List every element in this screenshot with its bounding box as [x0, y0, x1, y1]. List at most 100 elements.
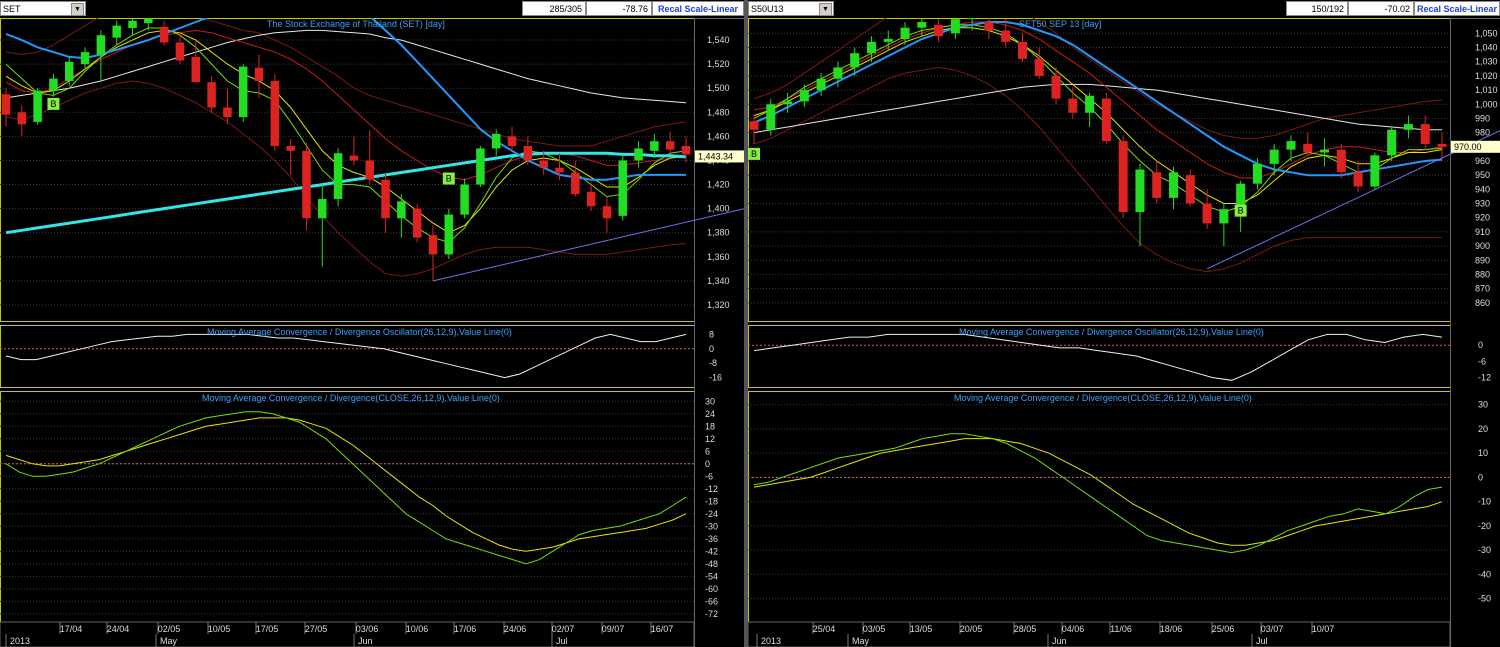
- chevron-down-icon[interactable]: ▼: [819, 3, 832, 16]
- price-chart-title: The Stock Exchange of Thailand (SET) [da…: [267, 19, 445, 29]
- price-tick-label: 870: [1475, 284, 1490, 294]
- candle-body: [917, 22, 927, 28]
- chevron-down-icon[interactable]: ▼: [71, 3, 84, 16]
- date-label: 25/04: [813, 624, 836, 634]
- left-chart-canvas[interactable]: 1,5401,5201,5001,4801,4601,4401,4201,400…: [0, 18, 744, 647]
- candle-body: [1185, 175, 1195, 204]
- macd-tick-label: -24: [705, 509, 718, 519]
- date-label: 03/07: [1261, 624, 1284, 634]
- candle-body: [1118, 141, 1128, 213]
- candle-body: [883, 39, 893, 42]
- candle-body: [783, 101, 793, 105]
- oscillator-line: [5, 333, 687, 379]
- price-tick-label: 1,340: [707, 276, 730, 286]
- date-label: 10/07: [1312, 624, 1335, 634]
- candle-body: [270, 81, 280, 147]
- candle-body: [1437, 143, 1447, 147]
- symbol-selector[interactable]: S50U13 ▼: [748, 1, 834, 16]
- candle-body: [460, 184, 469, 215]
- candle-body: [17, 112, 27, 125]
- bollinger-upper-line: [5, 18, 687, 147]
- macd-tick-label: -20: [1478, 521, 1491, 531]
- macd-tick-label: -60: [705, 584, 718, 594]
- left-toolbar: SET ▼ 285/305 -78.76 Recal Scale-Linear: [0, 0, 744, 19]
- last-price-label: 970.00: [1454, 142, 1482, 152]
- price-tick-label: 1,540: [707, 35, 730, 45]
- price-tick-label: 910: [1475, 227, 1490, 237]
- ma-green-line: [753, 24, 1443, 213]
- macd-title: Moving Average Convergence / Divergence(…: [954, 393, 1252, 403]
- candle-body: [365, 160, 374, 180]
- date-label: 17/05: [256, 624, 279, 634]
- period-label: Jun: [358, 636, 373, 646]
- price-chart-title: SET50 SEP 13 [day]: [1019, 19, 1101, 29]
- candle-body: [816, 78, 826, 91]
- candle-body: [555, 167, 564, 173]
- candle-body: [1420, 124, 1430, 144]
- macd-tick-label: 20: [1478, 424, 1488, 434]
- candle-body: [850, 53, 860, 68]
- candle-body: [1403, 124, 1413, 130]
- date-label: 24/06: [504, 624, 527, 634]
- candle-body: [1, 94, 11, 115]
- macd-tick-label: -30: [705, 521, 718, 531]
- date-label: 10/05: [208, 624, 231, 634]
- macd-tick-label: -36: [705, 534, 718, 544]
- price-tick-label: 1,500: [707, 83, 730, 93]
- price-tick-label: 930: [1475, 199, 1490, 209]
- bar-counter: 150/192: [1286, 1, 1348, 16]
- candle-body: [586, 191, 596, 207]
- recal-scale-button[interactable]: Recal Scale-Linear: [1414, 1, 1500, 16]
- date-label: 18/06: [1160, 624, 1183, 634]
- candle-body: [1219, 209, 1229, 224]
- oscillator-line: [753, 333, 1443, 381]
- right-chart-canvas[interactable]: 1,0501,0401,0301,0201,0101,0009909809709…: [748, 18, 1500, 647]
- price-tick-label: 890: [1475, 255, 1490, 265]
- macd-pane: [0, 391, 695, 623]
- candle-body: [967, 18, 977, 20]
- macd-tick-label: 6: [705, 446, 710, 456]
- ma-cyan-line: [5, 151, 687, 235]
- oscillator-title: Moving Average Convergence / Divergence …: [959, 327, 1264, 337]
- macd-tick-label: -18: [705, 496, 718, 506]
- candle-body: [1068, 98, 1078, 113]
- candle-body: [634, 148, 643, 161]
- macd-signal-line: [5, 417, 687, 552]
- candle-body: [539, 160, 548, 168]
- price-tick-label: 1,460: [707, 131, 730, 141]
- candle-body: [444, 214, 454, 255]
- buy-signal-label: B: [50, 99, 56, 109]
- candle-body: [381, 179, 390, 219]
- candle-body: [900, 27, 910, 40]
- period-label: May: [160, 636, 178, 646]
- candle-body: [602, 206, 612, 219]
- symbol-selector[interactable]: SET ▼: [0, 1, 86, 16]
- candle-body: [1051, 75, 1061, 99]
- price-tick-label: 1,000: [1475, 99, 1498, 109]
- symbol-value: S50U13: [751, 4, 784, 14]
- candle-body: [286, 146, 295, 151]
- candle-body: [766, 104, 776, 130]
- price-tick-label: 960: [1475, 156, 1490, 166]
- candle-body: [1169, 172, 1179, 198]
- macd-tick-label: -66: [705, 596, 718, 606]
- recal-scale-button[interactable]: Recal Scale-Linear: [652, 1, 744, 16]
- date-label: 20/05: [960, 624, 983, 634]
- candle-body: [112, 25, 121, 38]
- bar-counter: 285/305: [522, 1, 586, 16]
- candle-body: [128, 20, 137, 29]
- candle-body: [681, 146, 691, 155]
- ma-yellow-line: [5, 29, 687, 234]
- date-label: 25/06: [1212, 624, 1235, 634]
- candle-body: [159, 26, 169, 43]
- candle-body: [1017, 41, 1027, 59]
- candle-body: [1202, 203, 1212, 224]
- candle-body: [507, 136, 517, 147]
- price-tick-label: 1,010: [1475, 85, 1498, 95]
- candle-body: [1135, 169, 1145, 213]
- candle-body: [1286, 141, 1296, 150]
- date-label: 10/06: [406, 624, 429, 634]
- price-tick-label: 880: [1475, 269, 1490, 279]
- period-label: 2013: [761, 636, 781, 646]
- oscillator-tick-label: -6: [1478, 356, 1486, 366]
